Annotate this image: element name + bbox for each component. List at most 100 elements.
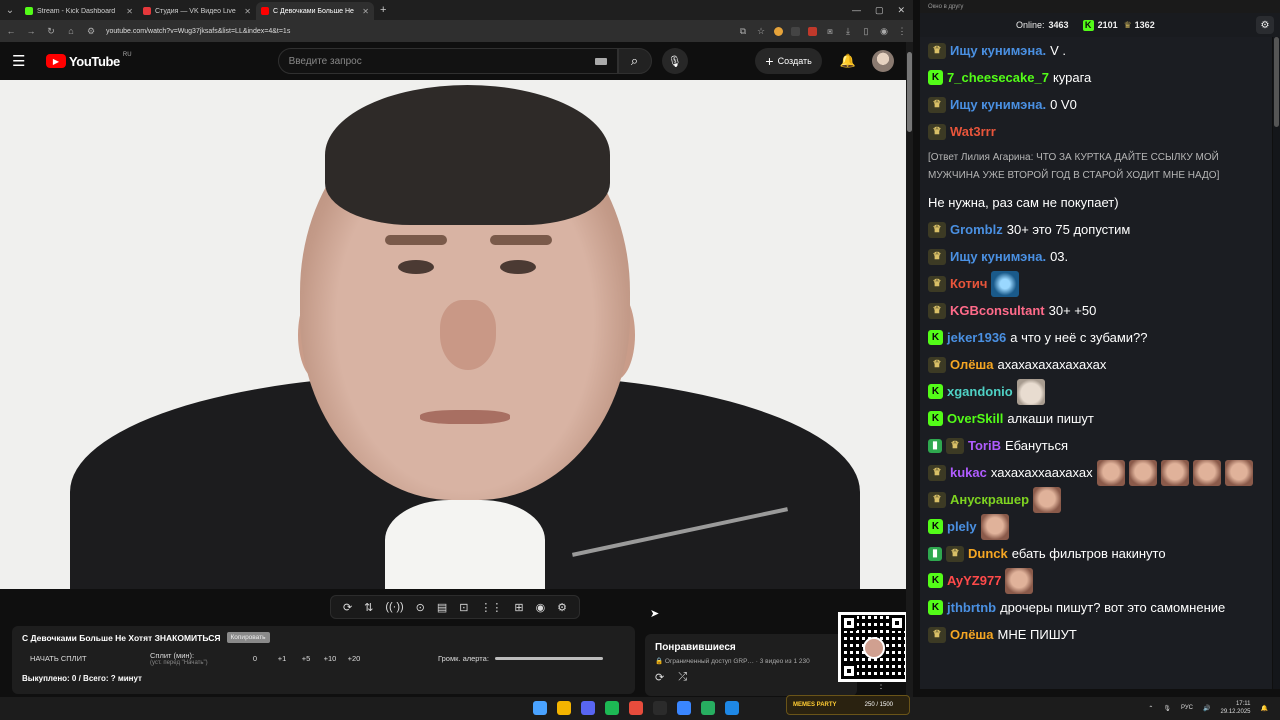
extension-badge-icon[interactable] <box>808 26 817 36</box>
chat-username[interactable]: Ищу кунимэна. <box>950 243 1046 270</box>
search-input[interactable]: Введите запрос <box>277 48 618 74</box>
chat-username[interactable]: ToriB <box>968 432 1001 459</box>
player-tool-icon[interactable]: ((·)) <box>385 601 403 613</box>
taskbar-app-icon[interactable] <box>677 701 691 715</box>
maximize-icon[interactable]: ▢ <box>875 5 884 16</box>
browser-tab[interactable]: С Девочками Больше Не ✕ <box>256 2 374 20</box>
chat-username[interactable]: KGBconsultant <box>950 297 1045 324</box>
player-tool-icon[interactable]: ◉ <box>536 601 546 614</box>
taskbar-app-icon[interactable] <box>701 701 715 715</box>
scrollbar-thumb[interactable] <box>907 52 912 132</box>
bookmark-star-icon[interactable]: ☆ <box>756 26 766 37</box>
tray-overflow-icon[interactable]: ⌃ <box>1148 705 1153 712</box>
chat-username[interactable]: 7_cheesecake_7 <box>947 64 1049 91</box>
browser-tab[interactable]: Stream - Kick Dashboard ✕ <box>20 2 138 20</box>
chat-username[interactable]: Ищу кунимэна. <box>950 37 1046 64</box>
loop-icon[interactable]: ⟳ <box>655 671 664 684</box>
browser-tab[interactable]: Студия — VK Видео Live ✕ <box>138 2 256 20</box>
menu-hamburger-icon[interactable]: ☰ <box>12 52 36 70</box>
chat-username[interactable]: Gromblz <box>950 216 1003 243</box>
menu-kebab-icon[interactable]: ⋮ <box>897 26 907 37</box>
player-tool-icon[interactable]: ⚙ <box>557 601 567 614</box>
microphone-tray-icon[interactable]: 🎙 <box>1163 705 1171 712</box>
reload-icon[interactable]: ↻ <box>46 26 56 37</box>
chat-username[interactable]: Олёша <box>950 621 994 648</box>
home-icon[interactable]: ⌂ <box>66 26 76 36</box>
minimize-icon[interactable]: — <box>852 5 861 16</box>
taskbar-app-icon[interactable] <box>725 701 739 715</box>
extensions-puzzle-icon[interactable]: ⧆ <box>825 26 835 37</box>
chat-username[interactable]: OverSkill <box>947 405 1003 432</box>
player-tool-icon[interactable]: ⟳ <box>343 601 352 614</box>
taskbar-app-icon[interactable] <box>581 701 595 715</box>
back-icon[interactable]: ← <box>6 26 16 36</box>
extension-icon[interactable] <box>774 26 783 36</box>
tab-search-icon[interactable]: ⌄ <box>0 0 20 20</box>
player-tool-icon[interactable]: ⊡ <box>459 601 468 614</box>
url-field[interactable]: youtube.com/watch?v=Wug37jksafs&list=LL&… <box>106 28 728 35</box>
taskbar-app-icon[interactable] <box>605 701 619 715</box>
chat-username[interactable]: xgandonio <box>947 378 1013 405</box>
sidepanel-icon[interactable]: ▯ <box>861 26 871 37</box>
search-button[interactable]: ⌕ <box>617 48 652 74</box>
video-player[interactable] <box>0 80 906 589</box>
playlist-title[interactable]: Понравившиеся <box>655 642 847 653</box>
chat-scrollbar[interactable] <box>1273 37 1280 689</box>
create-button[interactable]: + Создать <box>755 48 822 74</box>
start-split-button[interactable]: НАЧАТЬ СПЛИТ <box>30 654 150 663</box>
taskbar-app-icon[interactable] <box>629 701 643 715</box>
player-tool-icon[interactable]: ⊙ <box>416 601 425 614</box>
new-tab-button[interactable]: + <box>380 4 386 16</box>
chat-message-text: дрочеры пишут? вот это самомнение <box>1000 600 1226 615</box>
notifications-bell-icon[interactable]: 🔔 <box>840 53 856 69</box>
tab-close-icon[interactable]: ✕ <box>126 7 133 16</box>
taskbar-app-icon[interactable] <box>653 701 667 715</box>
chat-scrollbar-thumb[interactable] <box>1274 37 1279 127</box>
chat-settings-gear-icon[interactable]: ⚙ <box>1256 16 1274 34</box>
language-indicator[interactable]: РУС <box>1181 705 1193 711</box>
taskbar-app-icon[interactable] <box>557 701 571 715</box>
volume-icon[interactable]: 🔊 <box>1203 705 1210 712</box>
site-info-icon[interactable]: ⚙ <box>86 26 96 37</box>
forward-icon[interactable]: → <box>26 26 36 36</box>
tab-close-icon[interactable]: ✕ <box>244 7 251 16</box>
player-tool-icon[interactable]: ▤ <box>437 601 447 614</box>
increment-button[interactable]: +1 <box>270 654 294 663</box>
profile-icon[interactable]: ◉ <box>879 26 889 37</box>
page-scrollbar[interactable] <box>906 42 913 697</box>
chat-username[interactable]: Dunck <box>968 540 1008 567</box>
close-window-icon[interactable]: ✕ <box>897 5 905 16</box>
chat-username[interactable]: Анускрашер <box>950 486 1029 513</box>
keyboard-icon[interactable] <box>594 57 607 65</box>
player-tool-icon[interactable]: ⊞ <box>514 601 523 614</box>
chat-username[interactable]: Ищу кунимэна. <box>950 91 1046 118</box>
cast-icon[interactable]: ⧉ <box>738 26 748 37</box>
extension-icon[interactable] <box>791 26 800 36</box>
chat-username[interactable]: kukac <box>950 459 987 486</box>
chat-username[interactable]: Wat3rrr <box>950 118 996 145</box>
increment-button[interactable]: +10 <box>318 654 342 663</box>
chat-username[interactable]: AyYZ977 <box>947 567 1001 594</box>
youtube-logo[interactable]: ▶ YouTube RU <box>46 52 132 69</box>
chat-username[interactable]: Олёша <box>950 351 994 378</box>
increment-button[interactable]: +20 <box>342 654 366 663</box>
chat-username[interactable]: Котич <box>950 270 987 297</box>
notification-bell-icon[interactable]: 🔔 <box>1261 705 1268 712</box>
memes-party-widget[interactable]: MEMES PARTY 250 / 1500 <box>786 695 910 715</box>
shuffle-icon[interactable]: ⤮ <box>678 671 687 684</box>
clock[interactable]: 17:11 29.12.2025 <box>1220 700 1250 716</box>
tab-close-icon[interactable]: ✕ <box>362 7 369 16</box>
split-minutes-value[interactable]: 0 <box>240 654 270 663</box>
increment-button[interactable]: +5 <box>294 654 318 663</box>
download-icon[interactable]: ⤓ <box>843 26 853 37</box>
player-tool-icon[interactable]: ⇅ <box>364 601 373 614</box>
taskbar-app-icon[interactable] <box>533 701 547 715</box>
avatar[interactable] <box>872 50 894 72</box>
player-tool-icon[interactable]: ⋮⋮ <box>480 601 502 614</box>
chat-username[interactable]: jthbrtnb <box>947 594 996 621</box>
chat-username[interactable]: plely <box>947 513 977 540</box>
alert-volume-slider[interactable] <box>494 657 603 660</box>
chat-username[interactable]: jeker1936 <box>947 324 1006 351</box>
voice-search-button[interactable]: 🎙 <box>661 48 688 74</box>
copy-badge-button[interactable]: Копировать <box>226 632 270 643</box>
